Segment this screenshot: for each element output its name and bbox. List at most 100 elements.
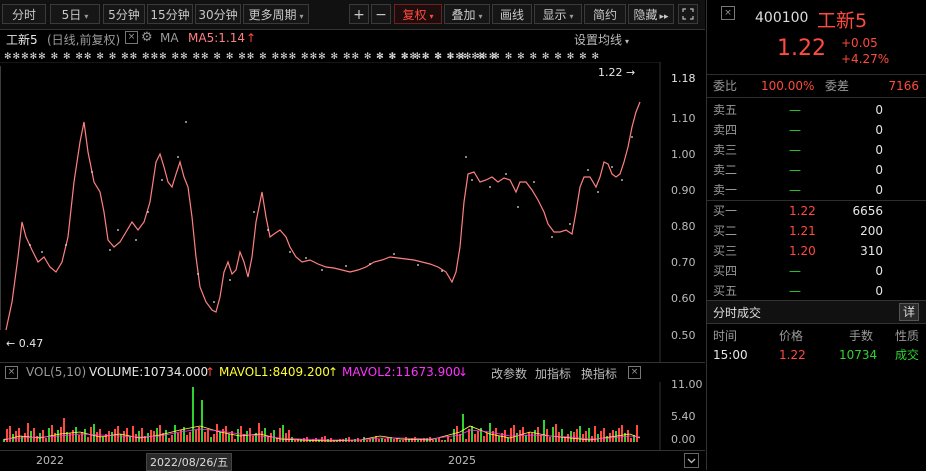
trades-detail-button[interactable]: 详 (899, 303, 919, 321)
chart-scroll-button[interactable] (684, 453, 699, 468)
ask-level-label: 卖一 (713, 183, 738, 197)
close-icon[interactable]: × (5, 366, 18, 379)
display-label: 显示 (542, 8, 567, 22)
price-axis-label: 1.10 (671, 112, 696, 125)
volume-bar (48, 428, 50, 442)
bid-level-volume: 200 (860, 224, 883, 238)
modify-params-button[interactable]: 改参数 (491, 365, 527, 382)
zoom-out-button[interactable]: − (371, 4, 391, 24)
volume-bar (327, 439, 329, 442)
ma-label: MA (160, 31, 179, 45)
bid-level-row[interactable]: 买一 1.22 6656 (707, 201, 926, 221)
more-periods-dropdown[interactable]: 更多周期 ▾ (243, 4, 309, 24)
volume-bar (234, 439, 236, 442)
volume-bar (18, 428, 20, 442)
volume-bar (537, 427, 539, 442)
stock-name: 工新5 (817, 10, 868, 32)
volume-axis-label: 5.40 (671, 410, 696, 423)
switch-indicator-button[interactable]: 换指标 (581, 365, 617, 382)
display-dropdown[interactable]: 显示 ▾ (534, 4, 582, 24)
volume-bar (141, 428, 143, 442)
close-icon[interactable]: × (628, 366, 641, 379)
bid-level-label: 买二 (713, 224, 738, 238)
add-indicator-button[interactable]: 加指标 (535, 365, 571, 382)
stock-code: 400100 (755, 10, 809, 26)
draw-line-button[interactable]: 画线 (492, 4, 532, 24)
volume-bar (384, 439, 386, 442)
current-price: 1.22 (777, 36, 826, 61)
volume-bar (186, 435, 188, 442)
bid-level-row[interactable]: 买二 1.21 200 (707, 221, 926, 241)
ask-level-row[interactable]: 卖三 — 0 (707, 140, 926, 160)
bid-level-row[interactable]: 买四 — 0 (707, 261, 926, 281)
overlay-dropdown[interactable]: 叠加 ▾ (444, 4, 490, 24)
volume-bar (513, 425, 515, 442)
volume-bar (192, 387, 194, 442)
volume-bar (462, 414, 464, 442)
period-5min-button[interactable]: 5分钟 (103, 4, 145, 24)
fullscreen-button[interactable] (678, 4, 698, 24)
price-chart[interactable] (0, 62, 705, 362)
volume-bar (72, 430, 74, 442)
volume-bar (531, 433, 533, 442)
stock-name-label: 工新5 (6, 33, 38, 47)
period-intraday-button[interactable]: 分时 (2, 4, 46, 24)
divider (707, 74, 926, 75)
draw-label: 画线 (499, 8, 524, 22)
close-icon[interactable]: × (721, 6, 735, 20)
price-axis-label: 1.00 (671, 148, 696, 161)
bid-level-price: — (789, 264, 801, 278)
ask-level-row[interactable]: 卖一 — 0 (707, 180, 926, 200)
bid-level-price: 1.21 (789, 224, 816, 238)
period-5day-button[interactable]: 5日 ▾ (50, 4, 100, 24)
volume-bar (42, 430, 44, 442)
hide-panel-button[interactable]: 隐藏 ▸▸ (628, 4, 674, 24)
period-label: 15分钟 (150, 8, 190, 22)
volume-bar (528, 432, 530, 442)
ask-level-row[interactable]: 卖五 — 0 (707, 100, 926, 120)
ma-settings-button[interactable]: 设置均线 ▾ (574, 31, 629, 48)
volume-bar (606, 436, 608, 442)
vol-indicator-label: VOL(5,10) (26, 365, 87, 379)
volume-bar (252, 436, 254, 442)
volume-bar (504, 430, 506, 442)
volume-bar (474, 434, 476, 442)
period-15min-button[interactable]: 15分钟 (147, 4, 193, 24)
price-change: +0.05 (841, 36, 878, 50)
volume-bar (279, 428, 281, 442)
ask-level-volume: 0 (875, 103, 883, 117)
trade-nature: 成交 (895, 348, 920, 362)
fuquan-dropdown[interactable]: 复权 ▾ (394, 4, 442, 24)
volume-bar (81, 432, 83, 442)
volume-bar (204, 432, 206, 442)
period-label: 更多周期 (248, 8, 297, 22)
close-icon[interactable]: × (125, 31, 138, 44)
period-label: 分时 (11, 8, 36, 22)
gear-icon[interactable]: ⚙ (141, 30, 153, 45)
volume-bar (102, 437, 104, 442)
bid-level-row[interactable]: 买三 1.20 310 (707, 241, 926, 261)
chart-header: 工新5 (日线,前复权) × ⚙ MA MA5:1.14 ↑ 设置均线 ▾ (0, 30, 705, 48)
volume-bar (21, 436, 23, 442)
bid-level-row[interactable]: 买五 — 0 (707, 281, 926, 301)
volume-bar (87, 437, 89, 442)
volume-bar (393, 439, 395, 442)
ask-level-row[interactable]: 卖二 — 0 (707, 160, 926, 180)
chevron-down-icon: ▾ (569, 12, 574, 21)
mavol2-value: MAVOL2:11673.900 (342, 365, 461, 379)
volume-chart[interactable] (0, 382, 705, 450)
volume-bar (159, 425, 161, 442)
volume-bar (27, 423, 29, 442)
volume-bar (165, 430, 167, 442)
ask-level-row[interactable]: 卖四 — 0 (707, 120, 926, 140)
period-30min-button[interactable]: 30分钟 (195, 4, 241, 24)
zoom-in-button[interactable]: + (349, 4, 369, 24)
chevron-down-icon: ▾ (625, 37, 630, 46)
col-header-nature: 性质 (895, 329, 920, 343)
volume-bar (507, 438, 509, 442)
simple-mode-button[interactable]: 简约 (584, 4, 626, 24)
volume-bar (315, 438, 317, 442)
bid-level-volume: 0 (875, 264, 883, 278)
trade-volume: 10734 (839, 348, 878, 362)
volume-bar (435, 439, 437, 442)
